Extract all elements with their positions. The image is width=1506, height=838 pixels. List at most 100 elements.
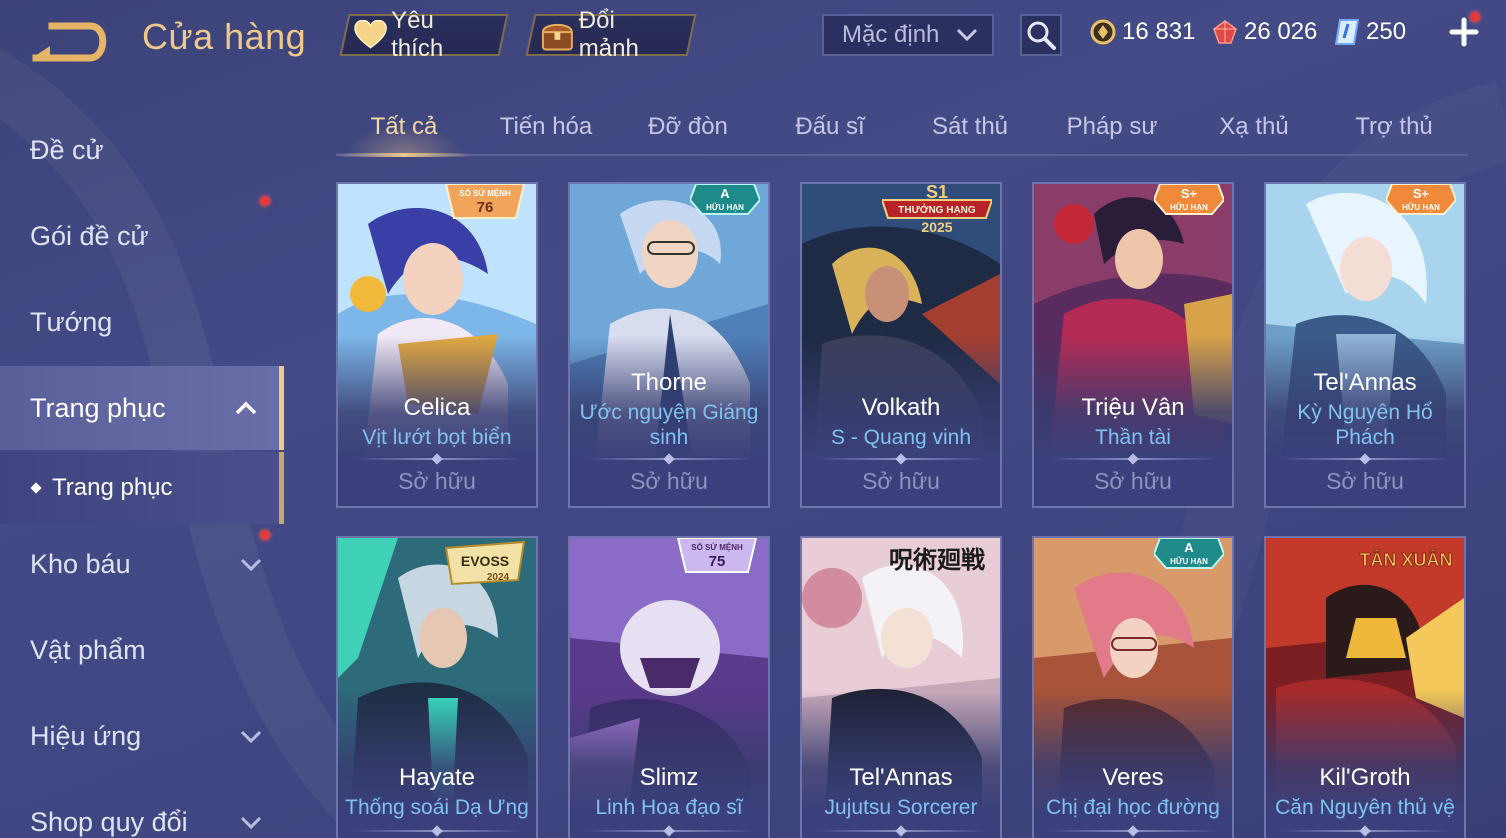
sidebar-item-effects[interactable]: Hiệu ứng (0, 694, 284, 778)
skin-card[interactable]: A HỮU HẠN Veres Chị đại học đường (1032, 536, 1234, 838)
rank-reward-badge: S1 THƯỞNG HẠNG 2025 (882, 184, 992, 235)
tab-tank[interactable]: Đỡ đòn (620, 100, 756, 154)
tab-support[interactable]: Trợ thủ (1326, 100, 1462, 154)
ruby-amount: 26 026 (1244, 18, 1318, 45)
hero-name: Slimz (639, 764, 699, 791)
divider (1048, 825, 1218, 837)
tab-label: Sát thủ (931, 113, 1009, 140)
skin-name: Ước nguyện Giáng sinh (579, 401, 759, 449)
skin-card[interactable]: TÂN XUÂN Kil'Groth Căn Nguyên thủ vệ (1264, 536, 1466, 838)
badge-year: 2025 (921, 219, 952, 235)
skin-card[interactable]: A HỮU HẠN Thorne Ước nguyện Giáng sinh S… (568, 182, 770, 508)
badge-label: SỐ SỨ MỆNH (459, 188, 511, 198)
tab-label: Tiến hóa (499, 113, 593, 140)
badge-value: A (1184, 540, 1194, 555)
skin-name: Jujutsu Sorcerer (824, 796, 978, 819)
tab-label: Đấu sĩ (795, 113, 865, 140)
tab-assassin[interactable]: Sát thủ (902, 100, 1038, 154)
owned-status: Sở hữu (1094, 468, 1172, 494)
sort-dropdown[interactable]: Mặc định (822, 14, 994, 56)
skin-card[interactable]: EVOSS 2024 Hayate Thống soái Dạ Ưng (336, 536, 538, 838)
mission-badge: SỐ SỨ MỆNH 75 (676, 538, 758, 573)
sidebar-item-recommended-packs[interactable]: Gói đề cử (0, 194, 284, 278)
sidebar-item-recommended[interactable]: Đề cử (0, 108, 284, 192)
hero-name: Tel'Annas (849, 764, 953, 791)
back-arrow-icon (32, 22, 107, 62)
sidebar-item-treasure[interactable]: Kho báu (0, 522, 284, 606)
divider (352, 453, 522, 465)
voucher-currency: 250 (1334, 14, 1406, 50)
sidebar-item-items[interactable]: Vật phẩm (0, 608, 284, 692)
sidebar-item-label: Gói đề cử (30, 220, 149, 251)
owned-status: Sở hữu (1326, 468, 1404, 494)
favorite-label: Yêu thích (391, 7, 444, 62)
skin-card[interactable]: SỐ SỨ MỆNH 76 Celica Vịt lướt bọt biển S… (336, 182, 538, 508)
divider (1280, 453, 1450, 465)
favorite-button[interactable]: Yêu thích (339, 7, 509, 62)
skin-name: Kỳ Nguyên Hổ Phách (1297, 401, 1433, 449)
sidebar-item-label: Đề cử (30, 134, 104, 165)
sidebar-subitem-skins[interactable]: Trang phục (0, 452, 284, 524)
chevron-up-icon (235, 401, 257, 415)
tab-all[interactable]: Tất cả (336, 100, 472, 157)
divider (816, 453, 986, 465)
badge-year: 2024 (487, 572, 510, 583)
badge-value: S+ (1181, 186, 1198, 201)
hero-name: Tel'Annas (1313, 369, 1417, 396)
badge-label: SỐ SỨ MỆNH (691, 542, 743, 552)
sidebar-subitem-label: Trang phục (52, 474, 173, 501)
skin-card[interactable]: S+ HỮU HẠN Triệu Vân Thần tài Sở hữu (1032, 182, 1234, 508)
tab-mage[interactable]: Pháp sư (1044, 100, 1180, 154)
mission-badge: SỐ SỨ MỆNH 76 (444, 184, 526, 219)
rank-badge: S+ HỮU HẠN (1386, 184, 1456, 215)
rank-badge: A HỮU HẠN (690, 184, 760, 215)
skin-card[interactable]: S1 THƯỞNG HẠNG 2025 Volkath S - Quang vi… (800, 182, 1002, 508)
page-title: Cửa hàng (142, 16, 307, 57)
owned-status: Sở hữu (862, 468, 940, 494)
hero-name: Kil'Groth (1319, 764, 1411, 791)
rank-badge: A HỮU HẠN (1154, 538, 1224, 569)
rank-badge: S+ HỮU HẠN (1154, 184, 1224, 215)
chevron-down-icon (240, 558, 262, 572)
chevron-down-icon (240, 730, 262, 744)
skin-card[interactable]: 呪術廻戦 Tel'Annas Jujutsu Sorcerer (800, 536, 1002, 838)
skin-name: S - Quang vinh (830, 426, 972, 449)
sidebar-item-skins[interactable]: Trang phục (0, 366, 284, 450)
heart-icon (354, 20, 387, 49)
evo-badge: EVOSS 2024 (444, 540, 526, 586)
tab-label: Pháp sư (1066, 113, 1158, 140)
badge-label: HỮU HẠN (1170, 557, 1208, 566)
exchange-shards-button[interactable]: Đổi mảnh (525, 7, 697, 62)
skin-card[interactable]: SỐ SỨ MỆNH 75 Slimz Linh Hoa đạo sĩ (568, 536, 770, 838)
sidebar-item-label: Hiệu ứng (30, 720, 142, 751)
badge-label: HỮU HẠN (1170, 203, 1208, 212)
sidebar-item-label: Kho báu (30, 548, 131, 579)
ruby-gem-icon (1213, 20, 1237, 44)
chevron-down-icon (240, 816, 262, 830)
skin-name: Linh Hoa đạo sĩ (595, 796, 743, 819)
tab-fighter[interactable]: Đấu sĩ (762, 100, 898, 154)
event-logo: TÂN XUÂN (1359, 549, 1453, 571)
back-button[interactable] (28, 18, 110, 64)
event-logo-text: TÂN XUÂN (1360, 549, 1453, 570)
hero-name: Celica (403, 394, 471, 421)
badge-value: EVOSS (461, 553, 509, 569)
hero-name: Thorne (630, 369, 708, 396)
hero-name: Veres (1102, 764, 1164, 791)
sidebar-item-exchange-shop[interactable]: Shop quy đổi (0, 780, 284, 838)
badge-value: S+ (1413, 186, 1430, 201)
chevron-down-icon (956, 28, 978, 42)
tab-evolution[interactable]: Tiến hóa (478, 100, 614, 154)
divider (1280, 825, 1450, 837)
notification-dot (260, 196, 270, 206)
tab-marksman[interactable]: Xạ thủ (1186, 100, 1322, 154)
sidebar: Đề cử Gói đề cử Tướng Trang phục Trang p… (0, 100, 290, 838)
bullet-icon (30, 482, 42, 494)
badge-label: THƯỞNG HẠNG (898, 203, 976, 216)
skin-name: Chị đại học đường (1046, 796, 1220, 819)
skin-card[interactable]: S+ HỮU HẠN Tel'Annas Kỳ Nguyên Hổ Phách … (1264, 182, 1466, 508)
search-button[interactable] (1020, 14, 1062, 56)
divider (816, 825, 986, 837)
sidebar-item-heroes[interactable]: Tướng (0, 280, 284, 364)
collab-logo: 呪術廻戦 (889, 546, 985, 574)
